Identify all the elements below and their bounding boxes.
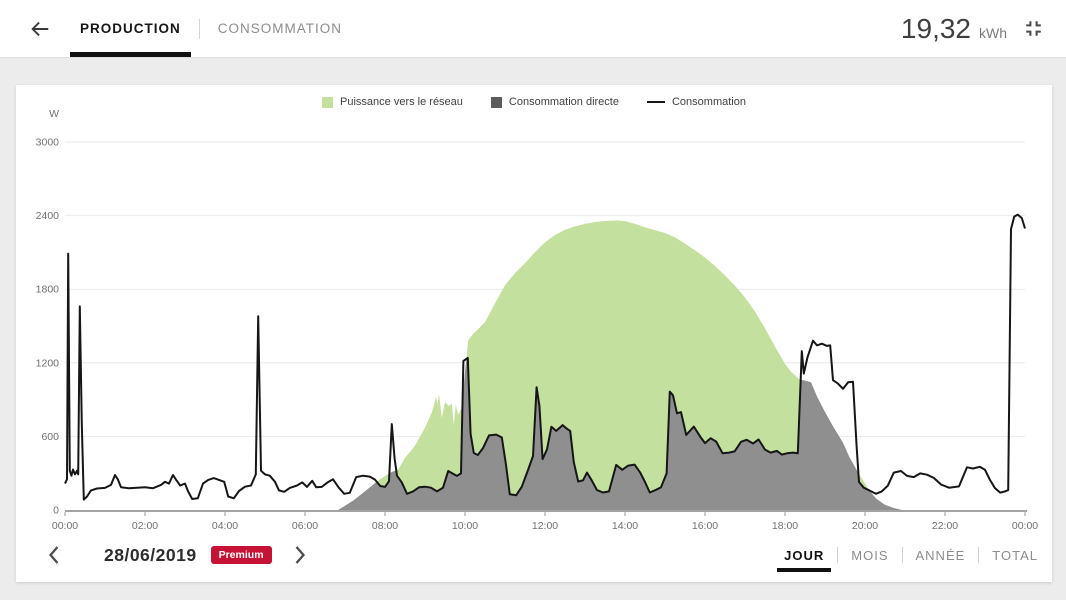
y-tick-label: 1200 [36, 357, 60, 369]
x-tick-label: 08:00 [372, 520, 398, 532]
period-tab-total[interactable]: TOTAL [992, 548, 1038, 563]
current-date: 28/06/2019 [104, 545, 197, 566]
x-tick-label: 12:00 [532, 520, 558, 532]
x-tick-label: 00:00 [1012, 520, 1038, 532]
collapse-button[interactable] [1021, 16, 1046, 41]
legend-item[interactable]: Consommation directe [491, 96, 619, 108]
period-selector: JOUR MOIS ANNÉE TOTAL [784, 540, 1038, 570]
x-tick-label: 22:00 [932, 520, 958, 532]
x-tick-label: 16:00 [692, 520, 718, 532]
premium-badge: Premium [211, 546, 272, 564]
period-separator [837, 547, 838, 563]
y-tick-label: 600 [41, 431, 59, 443]
y-tick-label: 3000 [36, 137, 60, 149]
period-tab-mois[interactable]: MOIS [851, 548, 888, 563]
legend-label: Consommation directe [509, 96, 619, 108]
period-tab-année[interactable]: ANNÉE [916, 548, 966, 563]
y-tick-label: 2400 [36, 210, 60, 222]
period-tab-jour[interactable]: JOUR [784, 548, 824, 563]
x-tick-label: 00:00 [52, 520, 78, 532]
y-tick-label: 1800 [36, 284, 60, 296]
energy-unit: kWh [979, 25, 1007, 41]
chevron-left-icon [47, 545, 60, 565]
period-separator [978, 547, 979, 563]
x-tick-label: 10:00 [452, 520, 478, 532]
back-arrow-icon [29, 18, 51, 40]
previous-day-button[interactable] [40, 542, 66, 568]
chevron-right-icon [294, 545, 307, 565]
legend-line-icon [647, 101, 665, 104]
x-tick-label: 02:00 [132, 520, 158, 532]
topbar-tab-separator [199, 19, 200, 39]
legend-square-icon [491, 97, 502, 108]
date-navigator: 28/06/2019 Premium [40, 540, 314, 570]
next-day-button[interactable] [288, 542, 314, 568]
x-tick-label: 04:00 [212, 520, 238, 532]
legend-label: Consommation [672, 96, 746, 108]
energy-value: 19,32 [901, 13, 971, 45]
x-tick-label: 14:00 [612, 520, 638, 532]
back-button[interactable] [26, 15, 54, 43]
period-separator [902, 547, 903, 563]
legend-label: Puissance vers le réseau [340, 96, 463, 108]
x-tick-label: 06:00 [292, 520, 318, 532]
energy-total: 19,32 kWh [901, 13, 1007, 45]
tab-production[interactable]: PRODUCTION [78, 0, 183, 57]
chart-legend: Puissance vers le réseau Consommation dir… [16, 96, 1052, 108]
tab-consommation[interactable]: CONSOMMATION [216, 0, 344, 57]
y-tick-label: 0 [53, 505, 59, 517]
y-axis-unit: W [49, 108, 59, 120]
x-tick-label: 18:00 [772, 520, 798, 532]
topbar-tabs: PRODUCTION CONSOMMATION [78, 0, 344, 57]
legend-square-icon [322, 97, 333, 108]
legend-item[interactable]: Puissance vers le réseau [322, 96, 463, 108]
x-tick-label: 20:00 [852, 520, 878, 532]
chart-card: Puissance vers le réseau Consommation dir… [16, 85, 1052, 582]
collapse-icon [1021, 16, 1046, 41]
legend-item[interactable]: Consommation [647, 96, 746, 108]
top-bar: PRODUCTION CONSOMMATION 19,32 kWh [0, 0, 1066, 58]
power-chart: 0 600 1200 1800 2400 3000 W 00:00 02:00 04:00 06:0… [16, 85, 1052, 537]
